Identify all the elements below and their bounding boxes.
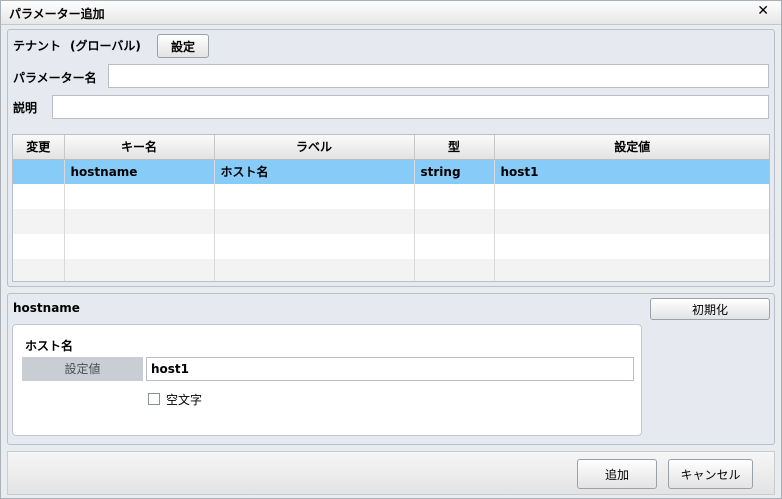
cell-changed bbox=[13, 159, 65, 184]
value-input[interactable] bbox=[146, 357, 634, 381]
dialog-footer: 追加 キャンセル bbox=[7, 451, 775, 495]
cell-key: hostname bbox=[64, 159, 215, 184]
value-field-label: 設定値 bbox=[22, 357, 143, 381]
parameter-form-panel: テナント (グローバル) 設定 パラメーター名 説明 変更 キー名 ラベル 型 … bbox=[7, 29, 775, 287]
description-label: 説明 bbox=[13, 101, 38, 115]
title-bar: パラメーター追加 ✕ bbox=[1, 1, 781, 25]
empty-row bbox=[13, 209, 769, 234]
cell-value: host1 bbox=[494, 159, 769, 184]
detail-value-box: ホスト名 設定値 空文字 bbox=[12, 324, 642, 436]
parameter-detail-panel: hostname 初期化 ホスト名 設定値 空文字 bbox=[7, 293, 775, 445]
empty-row bbox=[13, 259, 769, 281]
tenant-value: (グローバル) bbox=[70, 39, 141, 53]
column-header-label[interactable]: ラベル bbox=[214, 135, 415, 160]
param-name-label: パラメーター名 bbox=[13, 71, 97, 85]
cancel-button[interactable]: キャンセル bbox=[668, 459, 753, 489]
param-name-input[interactable] bbox=[108, 64, 769, 88]
column-header-key[interactable]: キー名 bbox=[64, 135, 215, 160]
table-header-row: 変更 キー名 ラベル 型 設定値 bbox=[13, 135, 769, 160]
column-header-changed[interactable]: 変更 bbox=[13, 135, 65, 160]
reset-button[interactable]: 初期化 bbox=[650, 298, 770, 320]
parameter-table: 変更 キー名 ラベル 型 設定値 hostname ホスト名 string ho… bbox=[12, 134, 770, 282]
add-parameter-dialog: パラメーター追加 ✕ テナント (グローバル) 設定 パラメーター名 説明 変更… bbox=[0, 0, 782, 499]
table-row[interactable]: hostname ホスト名 string host1 bbox=[13, 159, 769, 184]
detail-label: ホスト名 bbox=[25, 339, 74, 353]
column-header-value[interactable]: 設定値 bbox=[494, 135, 769, 160]
empty-row bbox=[13, 184, 769, 209]
add-button[interactable]: 追加 bbox=[577, 459, 657, 489]
tenant-settings-button[interactable]: 設定 bbox=[157, 34, 209, 58]
description-input[interactable] bbox=[52, 95, 769, 119]
dialog-title: パラメーター追加 bbox=[9, 7, 105, 21]
empty-row bbox=[13, 234, 769, 259]
column-header-type[interactable]: 型 bbox=[414, 135, 495, 160]
detail-key-title: hostname bbox=[13, 301, 80, 315]
cell-type: string bbox=[414, 159, 495, 184]
tenant-label: テナント bbox=[13, 39, 62, 53]
close-icon[interactable]: ✕ bbox=[757, 3, 769, 19]
empty-string-label: 空文字 bbox=[166, 393, 203, 407]
empty-string-checkbox[interactable] bbox=[148, 393, 160, 405]
cell-label: ホスト名 bbox=[214, 159, 415, 184]
